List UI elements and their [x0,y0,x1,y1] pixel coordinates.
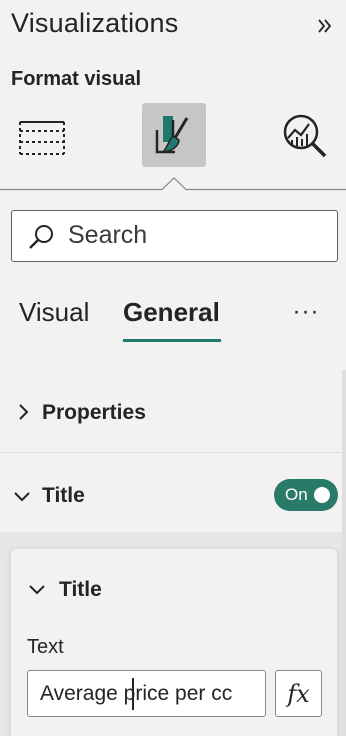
pane-title: Visualizations [11,8,179,38]
search-input[interactable] [68,211,328,260]
chevron-down-icon [14,492,30,502]
title-text-input[interactable]: Average price per cc [27,670,266,717]
analytics-icon [283,114,327,158]
more-options-button[interactable]: ··· [290,300,322,328]
selected-pane-pointer [0,177,346,191]
search-box[interactable] [11,210,338,262]
title-toggle[interactable]: On [274,479,338,511]
search-icon [29,225,53,249]
analytics-button[interactable] [276,108,334,164]
tab-visual[interactable]: Visual [19,297,89,328]
toggle-label: On [285,485,308,504]
text-field-label: Text [27,636,64,658]
scrollbar[interactable] [342,370,346,736]
fx-icon: fx [287,679,310,708]
format-visual-icon [155,116,189,154]
build-visual-icon [19,121,65,155]
conditional-formatting-button[interactable]: fx [275,670,322,717]
title-text-value: Average price per cc [40,682,233,705]
format-visual-button[interactable] [142,103,206,167]
toggle-knob [314,487,330,503]
tab-general[interactable]: General [123,297,220,328]
text-cursor [132,678,134,710]
build-visual-button[interactable] [12,110,72,166]
pane-header: Visualizations Format visual [0,0,346,191]
double-chevron-right-icon [318,19,332,33]
section-properties[interactable]: Properties [0,385,342,453]
format-visual-heading: Format visual [11,68,142,90]
chevron-right-icon [19,404,29,420]
selected-tab-indicator [123,339,221,342]
section-title-label: Title [42,484,85,507]
section-properties-label: Properties [42,401,146,424]
chevron-down-icon[interactable] [27,580,47,600]
collapse-pane-button[interactable] [312,13,338,39]
subsection-title-label[interactable]: Title [59,578,102,602]
